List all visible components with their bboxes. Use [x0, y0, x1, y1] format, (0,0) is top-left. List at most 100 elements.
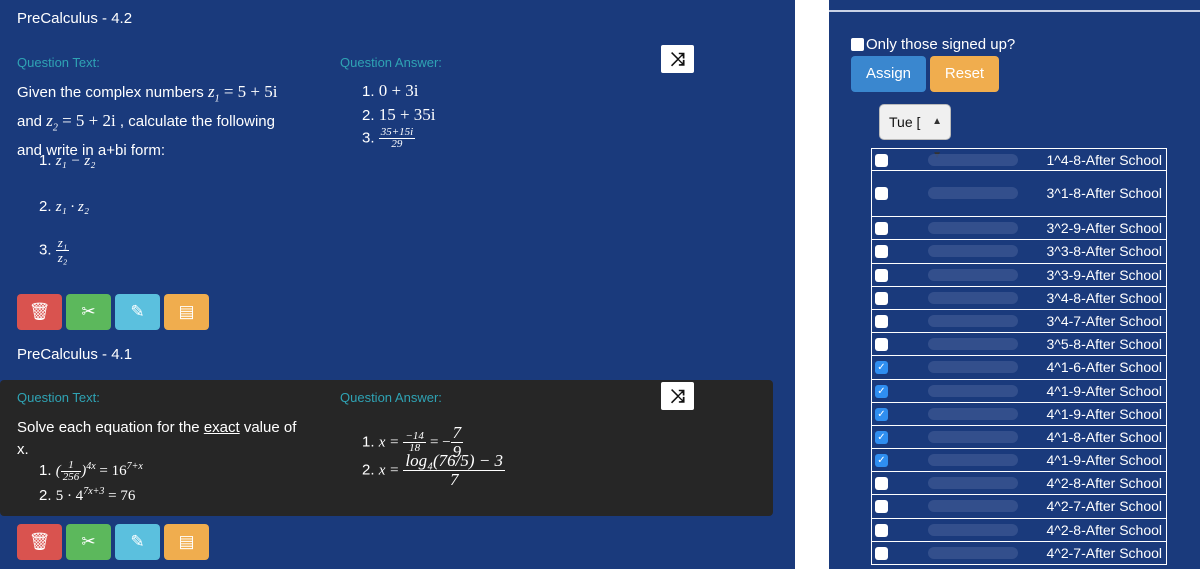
- class-checkbox[interactable]: [875, 154, 888, 167]
- class-row[interactable]: ✓ 4^1-8-After School: [871, 425, 1167, 450]
- date-select[interactable]: Tue [ ▲▼: [879, 104, 951, 161]
- signed-up-filter[interactable]: Only those signed up?: [851, 36, 1015, 53]
- class-checkbox[interactable]: ✓: [875, 454, 888, 468]
- question-card: Question Text: Question Answer: ⤨ Solve …: [0, 380, 773, 516]
- redacted-text: [928, 523, 1018, 536]
- list-icon: ▤: [178, 302, 195, 321]
- redacted-text: [928, 361, 1018, 374]
- class-row[interactable]: 3^3-9-After School: [871, 263, 1167, 287]
- shuffle-icon[interactable]: ⤨: [661, 45, 694, 73]
- copy-button[interactable]: ✂: [66, 294, 111, 330]
- class-checkbox[interactable]: ✓: [875, 361, 888, 375]
- redacted-text: [928, 338, 1018, 351]
- list-button[interactable]: ▤: [164, 524, 209, 560]
- class-row[interactable]: 3^3-8-After School: [871, 240, 1167, 264]
- class-row[interactable]: ✓ 4^1-9-After School: [871, 402, 1167, 426]
- class-checkbox[interactable]: [875, 245, 888, 259]
- trash-icon: 🗑: [28, 302, 51, 321]
- redacted-text: [928, 154, 1018, 166]
- trash-icon: 🗑: [28, 532, 51, 551]
- class-name: 4^1-9-After School: [1046, 405, 1162, 422]
- class-name: 4^2-8-After School: [1046, 521, 1162, 538]
- delete-button[interactable]: 🗑: [17, 524, 62, 560]
- class-checkbox[interactable]: [875, 523, 888, 537]
- class-checkbox[interactable]: [875, 314, 888, 328]
- redacted-text: [928, 187, 1018, 200]
- copy-button[interactable]: ✂: [66, 524, 111, 560]
- question-text: Given the complex numbers z1 = 5 + 5i an…: [17, 82, 278, 159]
- shuffle-icon[interactable]: ⤨: [661, 382, 694, 410]
- redacted-text: [928, 546, 1018, 559]
- redacted-text: [928, 384, 1018, 397]
- class-checkbox[interactable]: [875, 291, 888, 305]
- assignment-panel: Only those signed up? Assign Reset Tue […: [829, 0, 1200, 569]
- pencil-icon: ✎: [130, 302, 145, 321]
- class-row[interactable]: ✓ 4^1-6-After School: [871, 356, 1167, 380]
- question-title: PreCalculus - 4.1: [17, 346, 133, 363]
- assign-button[interactable]: Assign: [851, 56, 926, 92]
- redacted-text: [928, 500, 1018, 513]
- reset-button[interactable]: Reset: [930, 56, 999, 92]
- class-checkbox[interactable]: [875, 222, 888, 236]
- class-name: 4^2-8-After School: [1046, 475, 1162, 492]
- class-checkbox[interactable]: [875, 187, 888, 201]
- redacted-text: [928, 268, 1018, 281]
- class-row[interactable]: ✓ 4^1-9-After School: [871, 449, 1167, 473]
- class-name: 3^3-8-After School: [1046, 243, 1162, 260]
- list-icon: ▤: [178, 532, 195, 551]
- class-checkbox[interactable]: [875, 477, 888, 491]
- class-name: 4^2-7-After School: [1046, 498, 1162, 515]
- class-name: 3^1-8-After School: [1046, 185, 1162, 202]
- class-checkbox[interactable]: ✓: [875, 407, 888, 421]
- redacted-text: [928, 407, 1018, 420]
- class-row[interactable]: 3^1-8-After School: [871, 171, 1167, 218]
- redacted-text: [928, 477, 1018, 490]
- class-checkbox[interactable]: ✓: [875, 384, 888, 398]
- class-row[interactable]: 4^2-8-After School: [871, 518, 1167, 542]
- list-button[interactable]: ▤: [164, 294, 209, 330]
- class-row[interactable]: 4^2-8-After School: [871, 472, 1167, 496]
- redacted-text: [928, 314, 1018, 327]
- class-row[interactable]: 3^4-7-After School: [871, 309, 1167, 334]
- clipboard-icon: ✂: [81, 532, 96, 551]
- class-name: 4^1-9-After School: [1046, 382, 1162, 399]
- class-row[interactable]: ✓ 4^1-9-After School: [871, 379, 1167, 403]
- class-row[interactable]: 4^2-7-After School: [871, 541, 1167, 565]
- class-checkbox[interactable]: [875, 338, 888, 352]
- divider-line: [829, 10, 1200, 12]
- class-list: 1^4-8-After School 3^1-8-After School 3^2-…: [871, 148, 1167, 565]
- redacted-text: [928, 222, 1018, 235]
- edit-button[interactable]: ✎: [115, 294, 160, 330]
- class-name: 1^4-8-After School: [1046, 152, 1162, 168]
- class-name: 3^2-9-After School: [1046, 220, 1162, 237]
- class-name: 3^4-8-After School: [1046, 289, 1162, 306]
- class-name: 4^2-7-After School: [1046, 544, 1162, 561]
- class-row[interactable]: 3^2-9-After School: [871, 217, 1167, 241]
- pencil-icon: ✎: [130, 532, 145, 551]
- redacted-text: [928, 430, 1018, 443]
- question-text-label: Question Text:: [17, 390, 100, 405]
- delete-button[interactable]: 🗑: [17, 294, 62, 330]
- question-list-panel: PreCalculus - 4.2 Question Text: Questio…: [0, 0, 795, 569]
- class-name: 4^1-6-After School: [1046, 359, 1162, 376]
- question-answer-label: Question Answer:: [340, 390, 442, 405]
- class-checkbox[interactable]: [875, 500, 888, 514]
- class-row[interactable]: 3^4-8-After School: [871, 286, 1167, 310]
- class-row[interactable]: 4^2-7-After School: [871, 495, 1167, 519]
- edit-button[interactable]: ✎: [115, 524, 160, 560]
- class-checkbox[interactable]: [875, 268, 888, 282]
- class-name: 3^4-7-After School: [1046, 312, 1162, 329]
- panel-divider: [795, 0, 829, 569]
- signed-up-checkbox[interactable]: [851, 38, 864, 51]
- clipboard-icon: ✂: [81, 302, 96, 321]
- class-row[interactable]: 1^4-8-After School: [871, 148, 1167, 172]
- redacted-text: [928, 454, 1018, 467]
- class-name: 3^3-9-After School: [1046, 266, 1162, 283]
- class-checkbox[interactable]: ✓: [875, 430, 888, 444]
- class-row[interactable]: 3^5-8-After School: [871, 333, 1167, 357]
- class-name: 4^1-8-After School: [1046, 428, 1162, 445]
- question-answer-label: Question Answer:: [340, 55, 442, 70]
- class-checkbox[interactable]: [875, 546, 888, 560]
- question-text: Solve each equation for the exact value …: [17, 419, 297, 458]
- class-name: 4^1-9-After School: [1046, 452, 1162, 469]
